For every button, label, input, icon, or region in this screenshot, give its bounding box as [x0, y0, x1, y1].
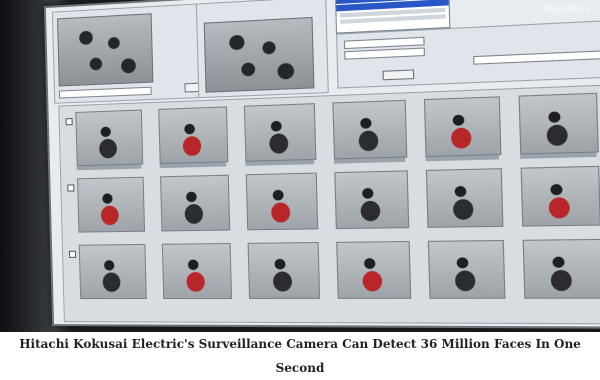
result-checkbox[interactable] [67, 184, 75, 192]
camera-view-image [203, 16, 315, 93]
face-thumbnail[interactable] [334, 170, 410, 230]
face-thumbnail[interactable] [78, 243, 147, 300]
face-thumbnail[interactable] [75, 109, 144, 167]
result-checkbox[interactable] [65, 118, 73, 126]
watermark: diginfo.tv [542, 4, 590, 15]
query-image-panel [51, 2, 220, 104]
face-results-grid [58, 83, 600, 325]
thumbnail-caption [520, 152, 597, 159]
photo-caption: Hitachi Kokusai Electric's Surveillance … [0, 332, 600, 375]
face-thumbnail[interactable] [522, 238, 600, 299]
face-thumbnail[interactable] [427, 239, 506, 299]
face-thumbnail[interactable] [158, 106, 229, 165]
query-info-field [58, 86, 152, 99]
face-thumbnail[interactable] [247, 242, 321, 299]
face-thumbnail[interactable] [332, 99, 408, 160]
thumbnail-caption [76, 164, 142, 171]
monitor-photo: diginfo.tv [0, 0, 600, 332]
face-thumbnail[interactable] [520, 165, 600, 227]
thumbnail-caption [333, 157, 406, 164]
face-thumbnail[interactable] [160, 174, 231, 232]
camera-view-panel [195, 0, 329, 99]
face-thumbnail[interactable] [423, 96, 502, 158]
face-thumbnail[interactable] [425, 168, 504, 228]
face-thumbnail[interactable] [336, 241, 412, 299]
surveillance-software-screen [43, 0, 600, 329]
search-field-2[interactable] [344, 47, 425, 60]
thumbnail-caption [245, 159, 315, 166]
result-checkbox[interactable] [68, 250, 77, 258]
thumbnail-caption [159, 162, 227, 169]
keyword-field[interactable] [473, 50, 600, 65]
face-thumbnail[interactable] [243, 103, 317, 162]
face-thumbnail[interactable] [245, 172, 319, 231]
face-thumbnail[interactable] [77, 176, 146, 233]
search-button[interactable] [382, 69, 415, 81]
face-thumbnail[interactable] [518, 92, 599, 155]
face-thumbnail[interactable] [161, 242, 233, 299]
thumbnail-caption [425, 155, 500, 162]
query-camera-image [57, 13, 154, 87]
